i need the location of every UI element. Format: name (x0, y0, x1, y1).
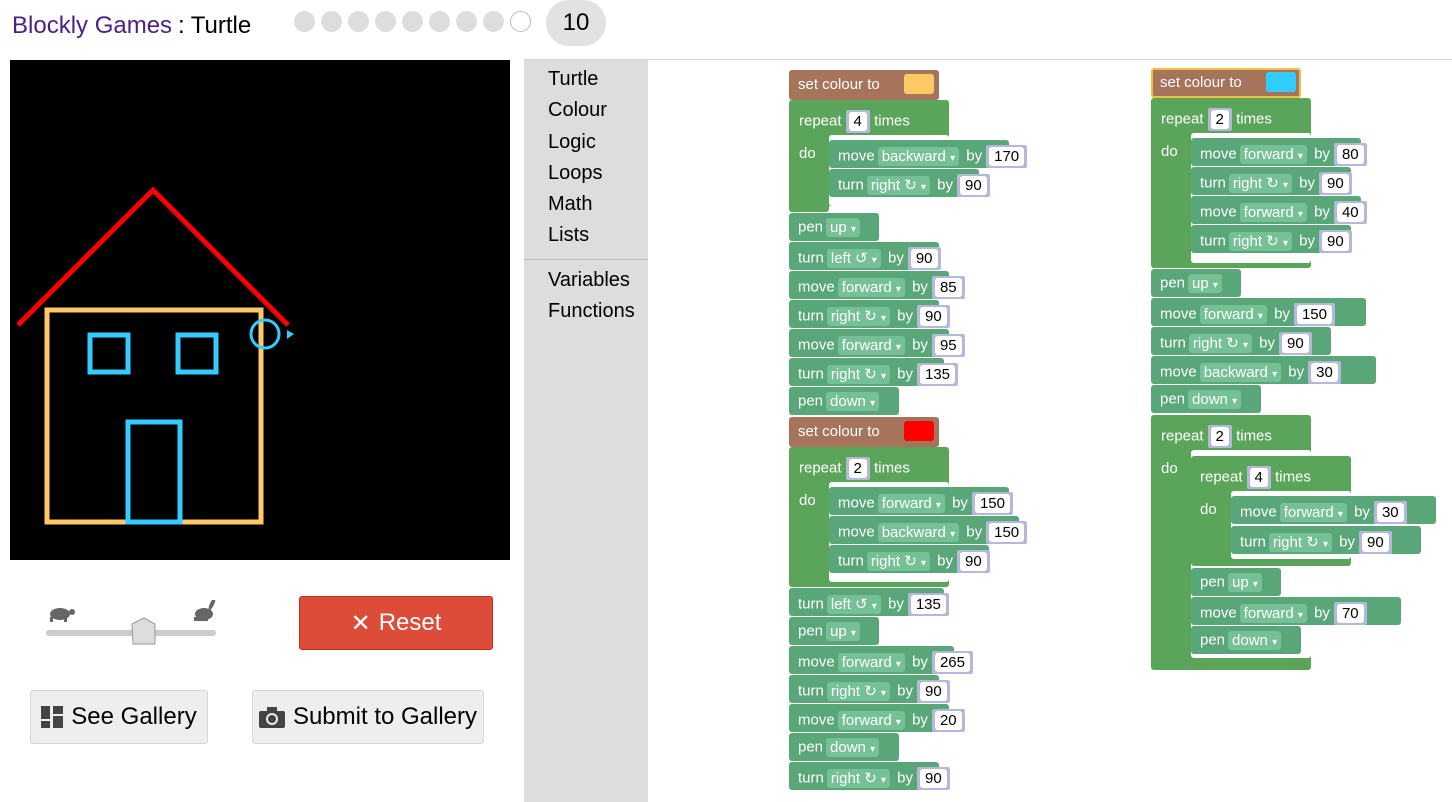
toolbox-category-logic[interactable]: Logic (548, 131, 596, 154)
colour-swatch-red[interactable] (904, 421, 934, 441)
colour-swatch-cyan[interactable] (1266, 72, 1296, 92)
camera-icon (258, 707, 285, 728)
level-dot-current[interactable] (510, 11, 531, 32)
repeat-count[interactable]: 4 (848, 112, 867, 131)
level-dot[interactable] (429, 11, 450, 32)
repeat-label: repeat (799, 112, 842, 130)
window-left (87, 332, 131, 375)
level-dot[interactable] (348, 11, 369, 32)
house-outline (44, 307, 264, 525)
toolbox-category-math[interactable]: Math (548, 193, 592, 216)
level-dot[interactable] (456, 11, 477, 32)
level-dot[interactable] (294, 11, 315, 32)
toolbox-category-lists[interactable]: Lists (548, 224, 589, 247)
turn-dropdown[interactable]: right ↻ ▾ (866, 176, 930, 195)
turtle-heading-icon (287, 330, 294, 339)
reset-button[interactable]: ✕ Reset (299, 596, 493, 650)
see-gallery-label: See Gallery (71, 703, 197, 730)
set-colour-label: set colour to (798, 76, 880, 93)
toolbox-category-variables[interactable]: Variables (548, 269, 630, 292)
times-label: times (874, 112, 910, 130)
colour-swatch-yellow[interactable] (904, 74, 934, 94)
roof-line (16, 186, 290, 327)
submit-gallery-button[interactable]: Submit to Gallery (252, 690, 484, 744)
level-dot[interactable] (402, 11, 423, 32)
window-right (175, 332, 219, 375)
see-gallery-button[interactable]: See Gallery (30, 690, 208, 744)
blockly-workspace[interactable]: set colour to repeat 4 times do move backw… (648, 60, 1452, 802)
toolbox-category-loops[interactable]: Loops (548, 162, 603, 185)
reset-label: Reset (378, 609, 442, 636)
rabbit-fast-icon (194, 597, 216, 621)
slider-handle (131, 617, 156, 645)
game-title: Turtle (190, 12, 252, 39)
turtle-drawing (16, 186, 294, 525)
toolbox-category-turtle[interactable]: Turtle (548, 68, 598, 91)
level-dot[interactable] (483, 11, 504, 32)
do-label: do (799, 145, 816, 162)
toolbox-category-functions[interactable]: Functions (548, 300, 635, 323)
toolbox-category-colour[interactable]: Colour (548, 99, 607, 122)
turtle-canvas (10, 60, 510, 560)
turtle-icon (249, 318, 281, 350)
gallery-icon (41, 706, 64, 728)
title-separator: : (178, 12, 185, 39)
slider-track (46, 630, 216, 636)
speed-slider[interactable] (44, 597, 220, 650)
brand-link[interactable]: Blockly Games (12, 12, 172, 40)
close-icon: ✕ (350, 609, 371, 637)
level-dot[interactable] (321, 11, 342, 32)
direction-dropdown[interactable]: backward ▾ (877, 147, 960, 166)
toolbox-separator (524, 259, 648, 260)
submit-gallery-label: Submit to Gallery (292, 703, 478, 730)
level-dot[interactable] (375, 11, 396, 32)
level-number[interactable]: 10 (546, 0, 606, 46)
toolbox: Turtle Colour Logic Loops Math Lists Var… (524, 60, 648, 802)
app-header: Blockly Games : Turtle (12, 6, 251, 46)
door (125, 419, 183, 525)
turtle-slow-icon (50, 608, 75, 622)
level-dots (294, 11, 531, 32)
